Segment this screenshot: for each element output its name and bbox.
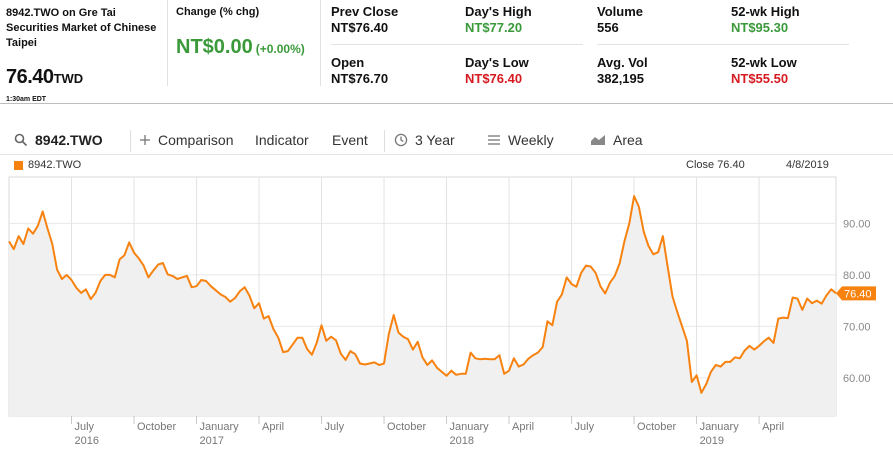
chart-toolbar: 8942.TWO Comparison Indicator Event 3 Ye… — [0, 126, 893, 155]
x-tick-label: January — [450, 421, 490, 433]
days-high: Day's High NT$77.20 — [465, 4, 532, 35]
event-button[interactable]: Event — [332, 132, 368, 148]
symbol-exchange: 8942.TWO on Gre Tai Securities Market of… — [6, 7, 157, 49]
clock-icon — [394, 133, 408, 147]
x-tick-label: January — [200, 421, 240, 433]
list-icon — [488, 135, 500, 145]
search-icon — [14, 133, 28, 147]
x-tick-year: 2017 — [200, 435, 224, 447]
x-tick-label: July — [75, 421, 95, 433]
52wk-low: 52-wk Low NT$55.50 — [731, 55, 797, 86]
x-tick-label: January — [700, 421, 740, 433]
area-chart-icon — [591, 135, 605, 145]
x-tick-year: 2016 — [75, 435, 99, 447]
prev-close: Prev Close NT$76.40 — [331, 4, 399, 35]
y-tick-label: 90.00 — [843, 218, 871, 230]
currency: TWD — [53, 71, 84, 86]
open: Open NT$76.70 — [331, 55, 389, 86]
divider — [384, 130, 385, 152]
quote-time: 1:30am EDT — [6, 96, 47, 103]
divider — [597, 44, 849, 45]
x-tick-year: 2018 — [450, 435, 474, 447]
x-tick-label: April — [262, 421, 284, 433]
volume: Volume 556 — [597, 4, 643, 35]
days-low: Day's Low NT$76.40 — [465, 55, 529, 86]
x-tick-label: April — [762, 421, 784, 433]
x-tick-label: July — [575, 421, 595, 433]
x-tick-label: October — [387, 421, 426, 433]
change-value: NT$0.00 (+0.00%) — [176, 36, 305, 58]
legend-swatch — [14, 160, 23, 170]
divider — [167, 0, 168, 86]
quote-header: 8942.TWO on Gre Tai Securities Market of… — [0, 0, 893, 104]
search-input[interactable]: 8942.TWO — [35, 132, 103, 148]
last-price-tag-label: 76.40 — [844, 288, 872, 300]
divider — [331, 44, 583, 45]
52wk-high: 52-wk High NT$95.30 — [731, 4, 800, 35]
change-percent: (+0.00%) — [255, 42, 305, 56]
x-tick-label: October — [637, 421, 676, 433]
symbol-search[interactable]: 8942.TWO — [14, 132, 103, 148]
indicator-button[interactable]: Indicator — [255, 132, 309, 148]
avg-volume: Avg. Vol 382,195 — [597, 55, 648, 86]
interval-button[interactable]: Weekly — [487, 132, 554, 148]
plus-icon — [140, 135, 150, 145]
divider — [130, 130, 131, 152]
range-button[interactable]: 3 Year — [394, 132, 455, 148]
y-tick-label: 60.00 — [843, 373, 871, 385]
x-tick-label: April — [512, 421, 534, 433]
comparison-button[interactable]: Comparison — [139, 132, 233, 148]
y-tick-label: 70.00 — [843, 321, 871, 333]
x-tick-label: July — [325, 421, 345, 433]
change-label: Change (% chg) — [176, 6, 260, 18]
price-chart[interactable]: 60.00 70.00 80.00 90.00 July 2016 October Janua… — [0, 170, 893, 456]
last-price: 76.40TWD — [6, 66, 84, 88]
y-tick-label: 80.00 — [843, 270, 871, 282]
x-tick-label: October — [137, 421, 176, 433]
chart-type-button[interactable]: Area — [590, 132, 643, 148]
x-tick-year: 2019 — [700, 435, 724, 447]
divider — [320, 0, 321, 86]
